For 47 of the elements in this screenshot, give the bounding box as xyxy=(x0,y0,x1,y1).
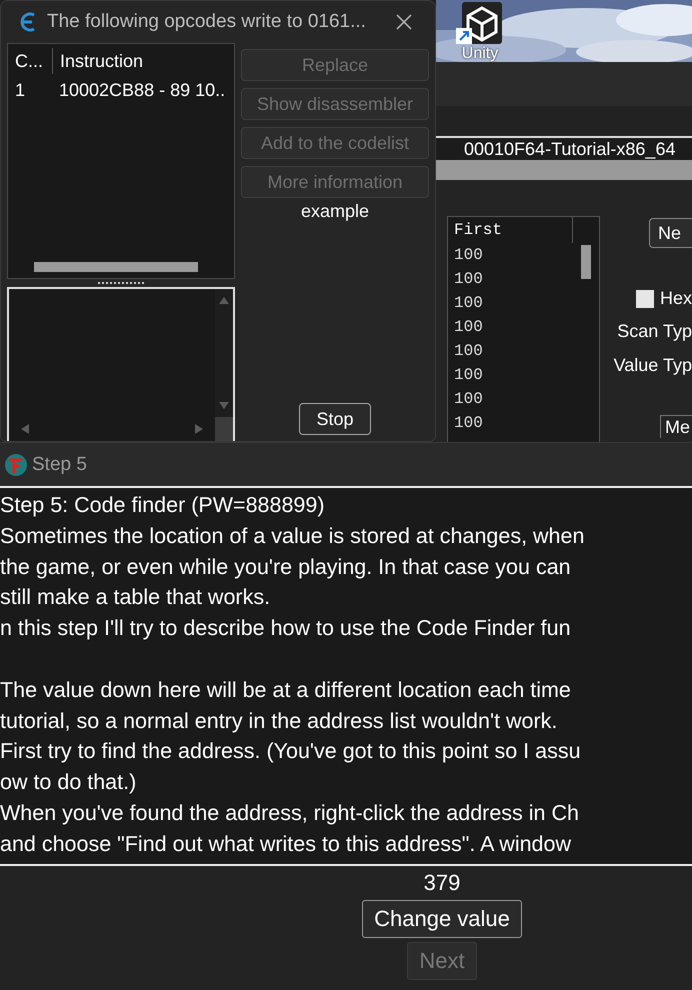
scroll-left-icon[interactable] xyxy=(19,424,31,434)
window-title: The following opcodes write to 0161... xyxy=(47,11,367,33)
table-cell[interactable]: 100 xyxy=(448,339,599,363)
hex-checkbox[interactable] xyxy=(636,290,654,308)
tutorial-text: First try to find the address. (You've got to this point so I assu xyxy=(0,738,581,766)
tutorial-text: still make a table that works. xyxy=(0,584,270,612)
tutorial-text: and choose "Find out what writes to this address". A window xyxy=(0,830,571,858)
process-name: 00010F64-Tutorial-x86_64 xyxy=(464,138,676,160)
tutorial-text: Sometimes the location of a value is stored at changes, when xyxy=(0,522,584,550)
table-cell[interactable]: 100 xyxy=(448,267,599,291)
tutorial-text: tutorial, so a normal entry in the address list wouldn't work. xyxy=(0,708,558,735)
table-cell[interactable]: 100 xyxy=(448,291,599,315)
splitter-handle[interactable] xyxy=(98,282,144,284)
cube-icon[interactable] xyxy=(456,2,504,46)
column-header[interactable]: First xyxy=(448,217,573,243)
tutorial-text: Step 5: Code finder (PW=888899) xyxy=(0,492,324,519)
scrollbar-thumb[interactable] xyxy=(34,262,198,272)
tutorial-text: The value down here will be at a different location each time xyxy=(0,676,571,704)
tutorial-text: ow to do that.) xyxy=(0,769,136,796)
group-label: Me xyxy=(660,415,692,438)
close-icon[interactable] xyxy=(395,13,413,31)
scroll-up-icon[interactable] xyxy=(218,295,230,305)
scroll-down-icon[interactable] xyxy=(218,401,230,411)
window-title: Step 5 xyxy=(32,454,87,476)
table-cell[interactable]: 10002CB88 - 89 10.. xyxy=(52,80,234,100)
example-label: example xyxy=(300,201,370,222)
table-cell[interactable]: 100 xyxy=(448,411,599,435)
checkbox-label: Hex xyxy=(660,288,692,309)
table-cell[interactable]: 100 xyxy=(448,315,599,339)
table-cell[interactable]: 100 xyxy=(448,363,599,387)
tutorial-text: n this step I'll try to describe how to use the Code Finder fun xyxy=(0,615,571,642)
new-scan-button[interactable]: Ne xyxy=(649,218,692,248)
column-header[interactable]: Instruction xyxy=(52,48,234,74)
stop-button[interactable]: Stop xyxy=(299,403,371,435)
change-value-button[interactable]: Change value xyxy=(362,900,522,938)
column-header[interactable]: C... xyxy=(8,48,52,74)
scrollbar-thumb[interactable] xyxy=(581,245,591,279)
value-type-label: Value Typ xyxy=(614,354,692,377)
table-cell[interactable]: 100 xyxy=(448,387,599,411)
table-cell[interactable]: 1 xyxy=(8,80,52,100)
tutorial-text: the game, or even while you're playing. In that case you can xyxy=(0,554,571,581)
logo-icon xyxy=(4,452,28,476)
value-text: 379 xyxy=(424,870,460,896)
scroll-right-icon[interactable] xyxy=(193,424,205,434)
table-cell[interactable]: 100 xyxy=(448,243,599,267)
tutorial-text: When you've found the address, right-click the address in Ch xyxy=(0,800,579,827)
scan-type-label: Scan Typ xyxy=(617,320,692,343)
